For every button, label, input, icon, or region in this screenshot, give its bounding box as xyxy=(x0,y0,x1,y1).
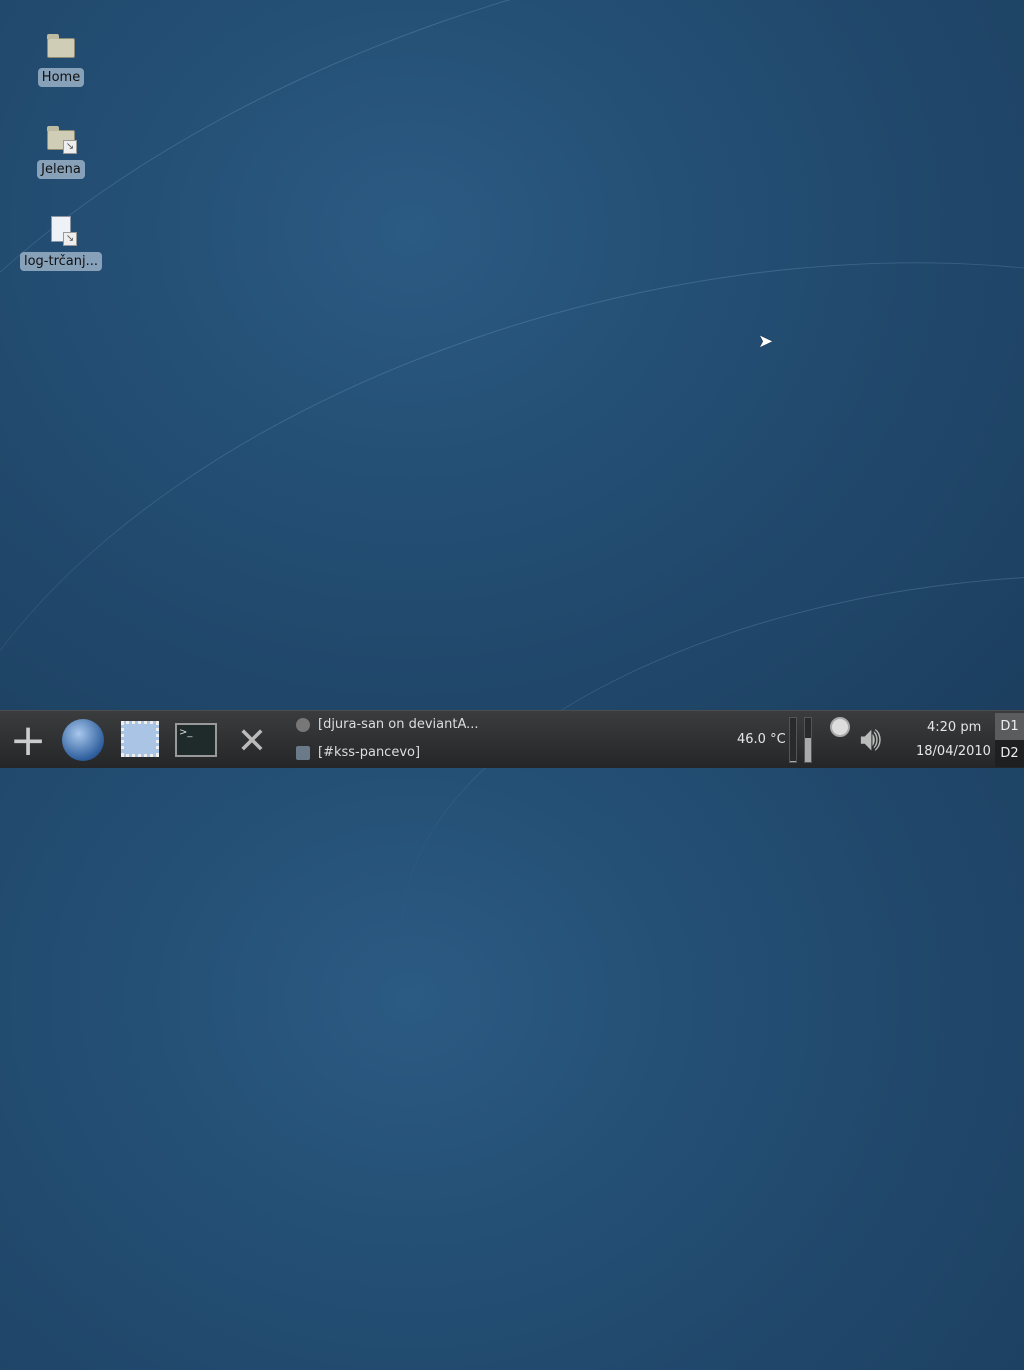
system-meter xyxy=(804,717,812,763)
clock-date[interactable]: 18/04/2010 xyxy=(916,744,991,759)
task-label: [#kss-pancevo] xyxy=(318,745,421,760)
task-item[interactable]: [#kss-pancevo] xyxy=(296,745,420,760)
settings-tools-icon[interactable]: ✕ xyxy=(230,719,274,763)
desktop-icon-home[interactable]: Home xyxy=(16,30,106,87)
desktop-icon-log[interactable]: ↘ log-trčanj... xyxy=(16,214,106,271)
desktop-icon-label: log-trčanj... xyxy=(19,252,103,271)
desktop-icon-label: Jelena xyxy=(37,160,85,179)
spreadsheet-link-icon: ↘ xyxy=(45,214,77,246)
browser-task-icon xyxy=(296,717,310,732)
desktop-pager-d2[interactable]: D2 xyxy=(995,740,1024,767)
task-label: [djura-san on deviantA... xyxy=(318,717,479,732)
chat-task-icon xyxy=(296,745,310,760)
folder-link-icon: ↘ xyxy=(45,122,77,154)
home-folder-icon xyxy=(45,30,77,62)
mouse-cursor: ➤ xyxy=(758,331,774,352)
cpu-temperature: 46.0 °C xyxy=(737,732,786,747)
network-status-icon[interactable] xyxy=(830,717,850,737)
volume-icon[interactable]: 🔊︎ xyxy=(860,719,881,759)
system-meter xyxy=(789,717,797,763)
add-widget-icon[interactable]: + xyxy=(8,719,48,763)
clock-time[interactable]: 4:20 pm xyxy=(927,720,981,735)
terminal-icon[interactable]: >_ xyxy=(175,723,217,757)
taskbar-panel: + >_ ✕ [djura-san on deviantA... [#kss-p… xyxy=(0,710,1024,768)
desktop-icon-jelena[interactable]: ↘ Jelena xyxy=(16,122,106,179)
desktop-pager-d1[interactable]: D1 xyxy=(995,713,1024,740)
desktop-icon-label: Home xyxy=(37,68,85,87)
mail-client-icon[interactable] xyxy=(121,721,159,757)
web-browser-icon[interactable] xyxy=(62,719,104,761)
task-item[interactable]: [djura-san on deviantA... xyxy=(296,717,479,732)
